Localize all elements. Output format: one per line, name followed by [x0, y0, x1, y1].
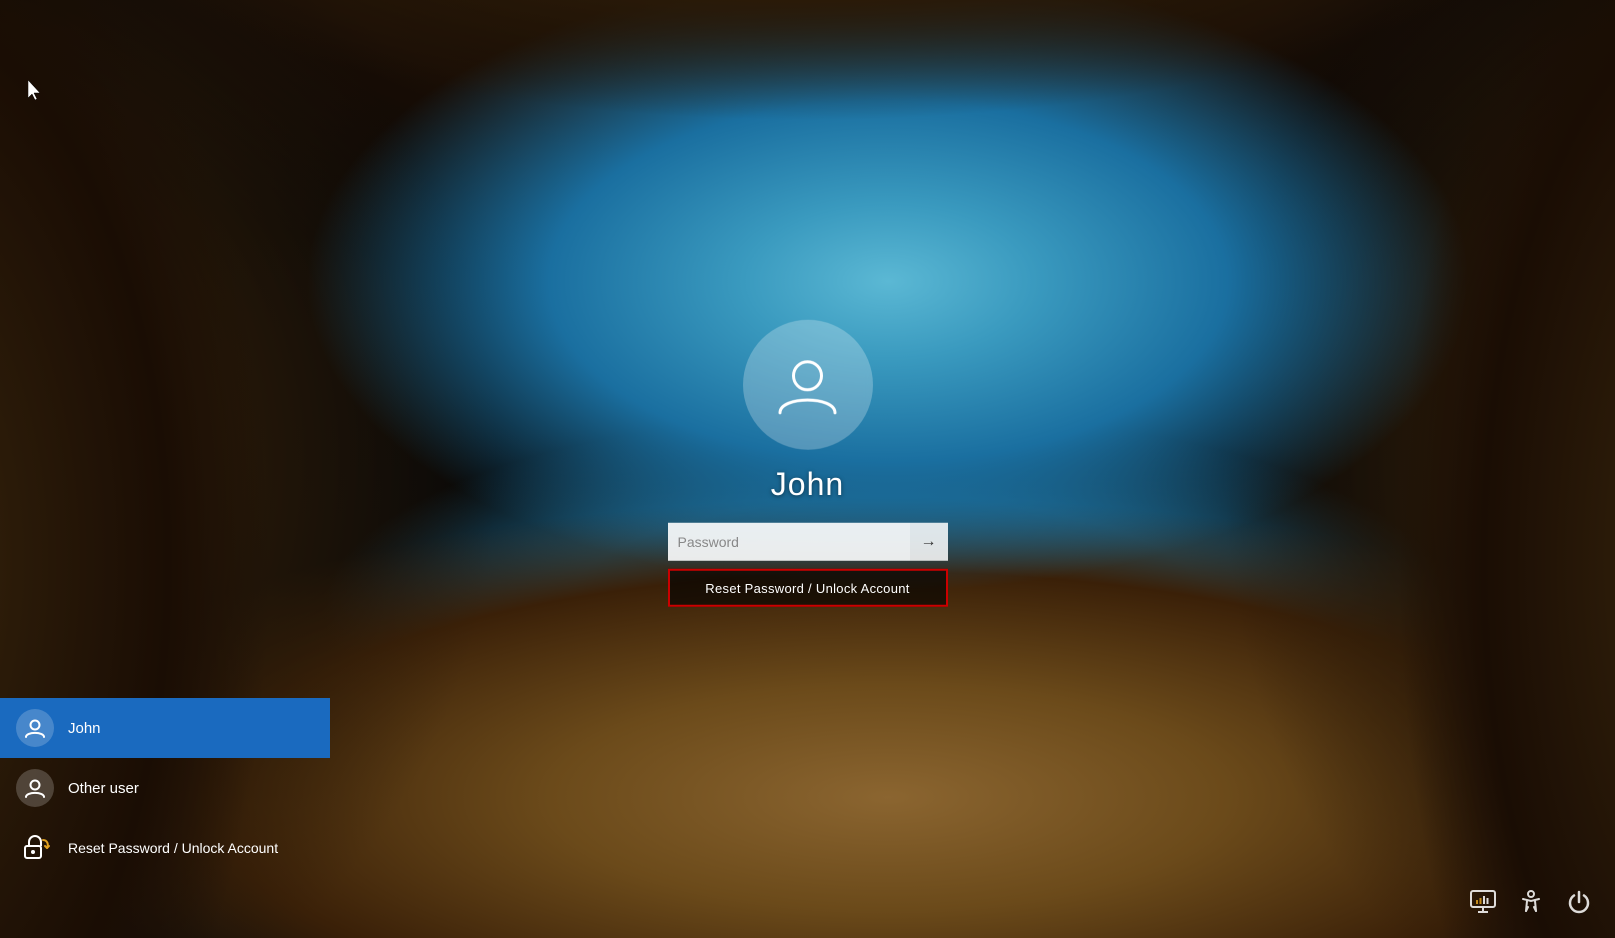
- username-label: John: [771, 466, 844, 503]
- avatar-icon: [770, 347, 845, 422]
- sidebar-reset-item[interactable]: Reset Password / Unlock Account: [0, 818, 330, 878]
- power-svg: [1566, 889, 1592, 915]
- user-icon-john: [23, 716, 47, 740]
- user-avatar-other: [16, 769, 54, 807]
- user-icon-other: [23, 776, 47, 800]
- user-item-other[interactable]: Other user: [0, 758, 330, 818]
- accessibility-svg: [1518, 889, 1544, 915]
- password-input[interactable]: [668, 523, 910, 561]
- user-item-john[interactable]: John: [0, 698, 330, 758]
- reset-password-button[interactable]: Reset Password / Unlock Account: [668, 569, 948, 607]
- lock-reset-icon: [17, 830, 53, 866]
- user-avatar-john: [16, 709, 54, 747]
- user-name-other: Other user: [68, 780, 139, 797]
- password-row: →: [668, 523, 948, 561]
- system-icons: [1467, 886, 1595, 918]
- user-list: John Other user Reset Password / Unlock …: [0, 698, 330, 878]
- arrow-icon: →: [921, 533, 937, 551]
- network-svg: [1469, 888, 1497, 916]
- power-icon[interactable]: [1563, 886, 1595, 918]
- reset-item-icon: [16, 829, 54, 867]
- network-icon[interactable]: [1467, 886, 1499, 918]
- login-panel: John → Reset Password / Unlock Account: [668, 320, 948, 607]
- rock-arch-top: [0, 0, 1615, 200]
- reset-item-label: Reset Password / Unlock Account: [68, 840, 278, 856]
- accessibility-icon[interactable]: [1515, 886, 1547, 918]
- submit-button[interactable]: →: [910, 523, 948, 561]
- user-name-john: John: [68, 720, 101, 737]
- avatar: [743, 320, 873, 450]
